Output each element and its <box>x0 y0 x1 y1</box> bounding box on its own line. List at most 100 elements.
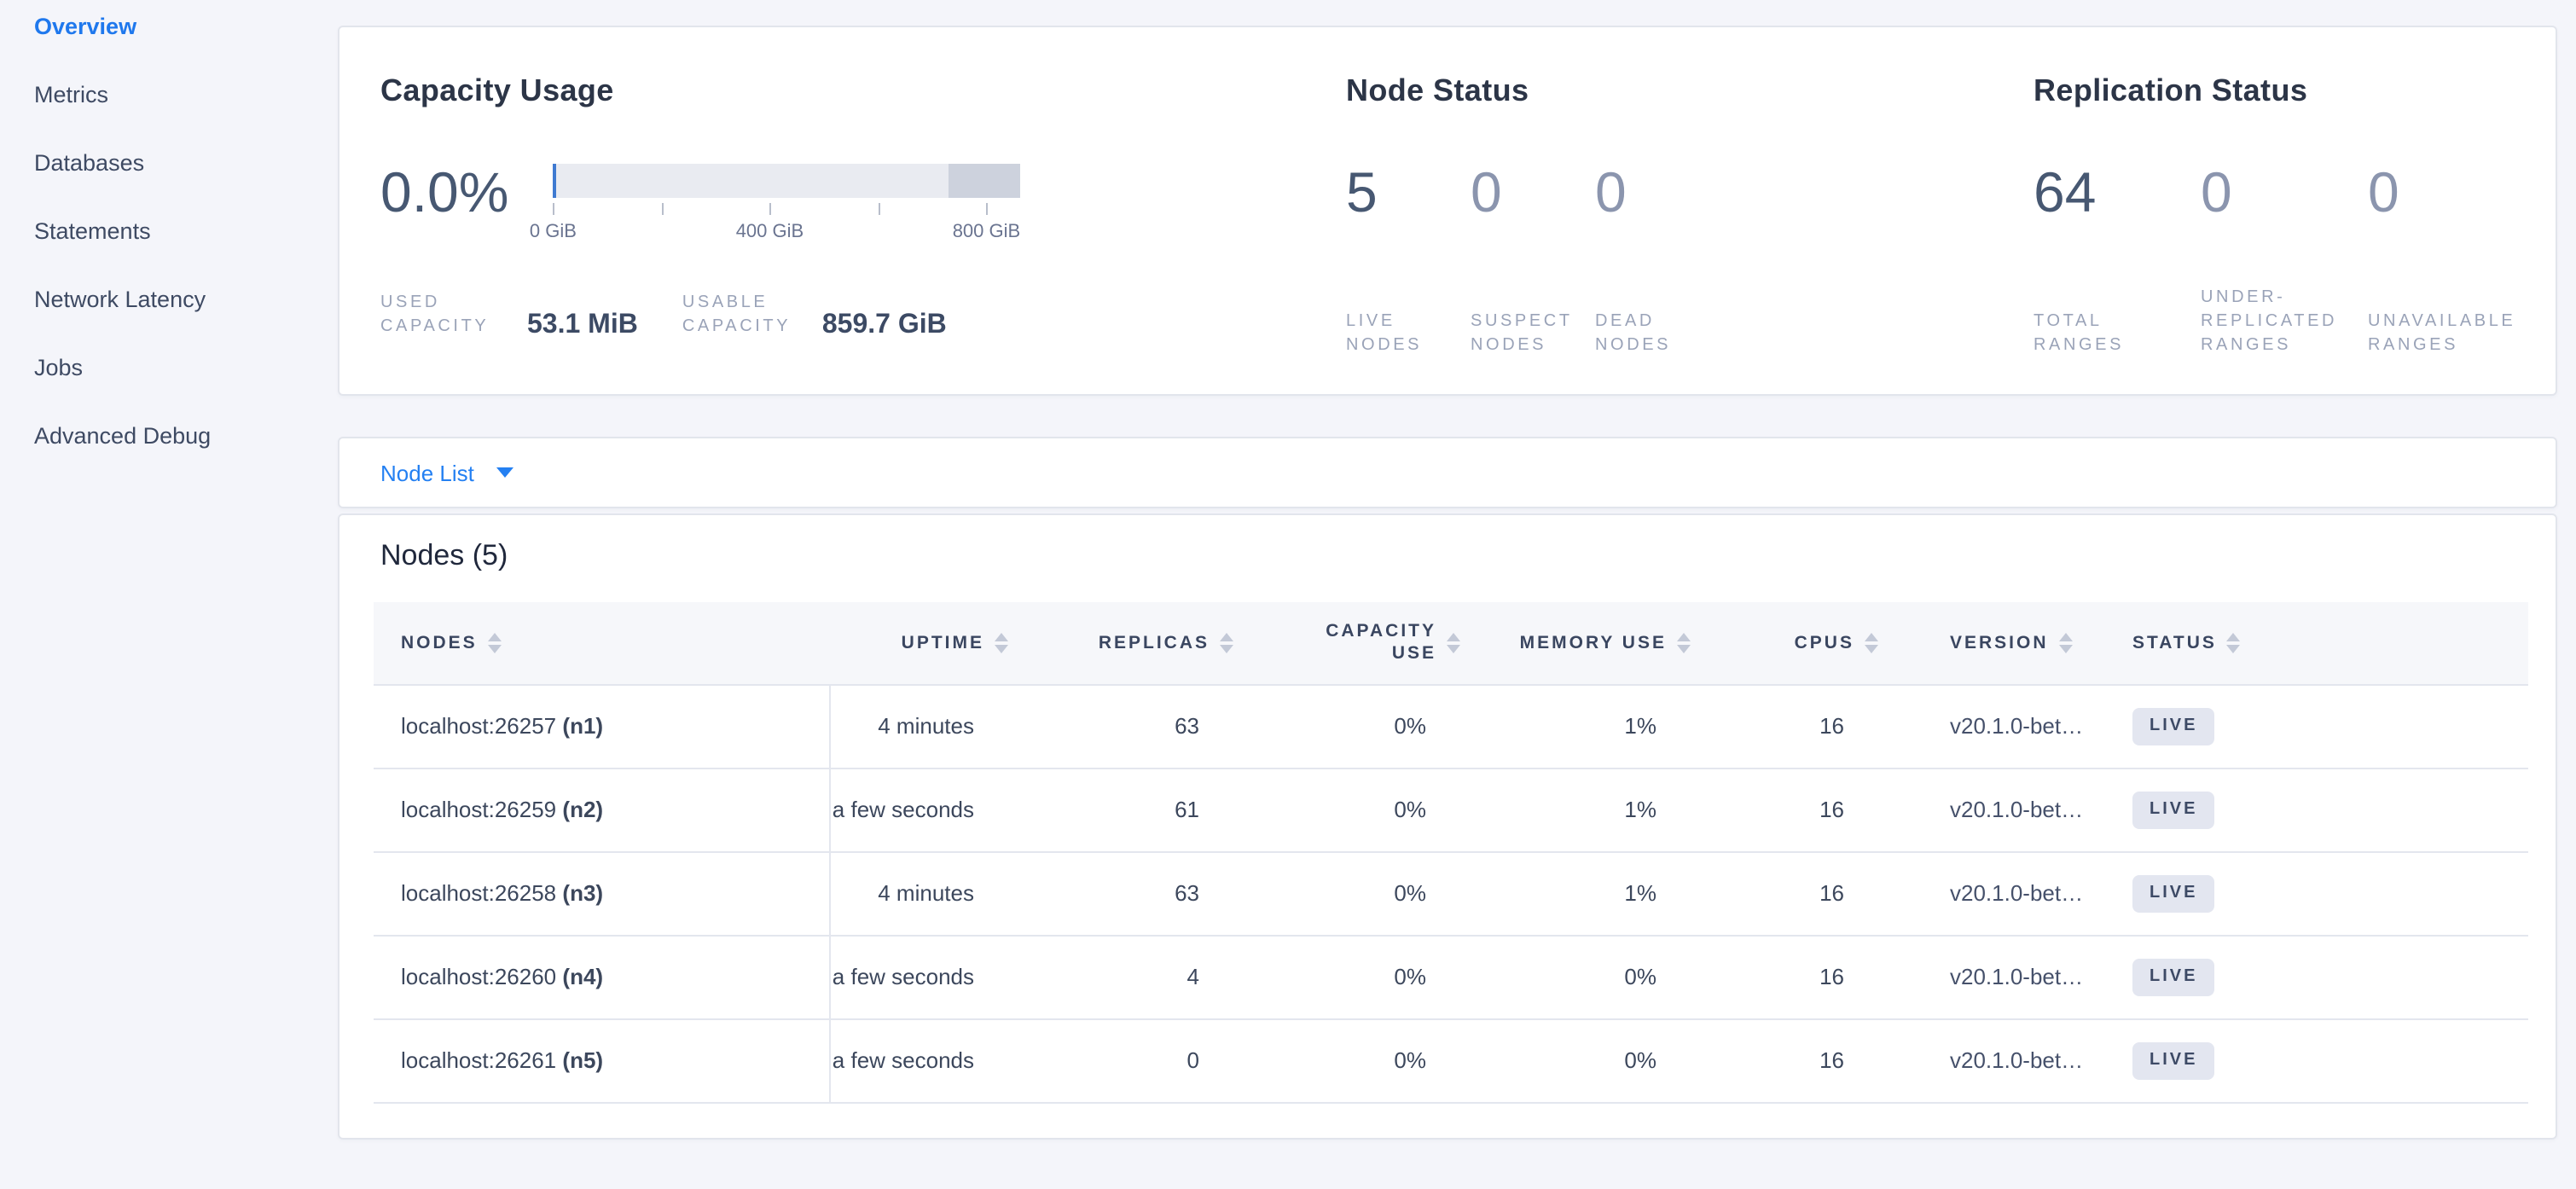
column-header-replicas[interactable]: REPLICAS <box>1008 602 1233 684</box>
node-status-section: Node Status 5 0 0 LIVE NODES SUSPECT NOD… <box>1329 72 2025 360</box>
memory-use-cell: 1% <box>1460 768 1691 851</box>
node-address-cell[interactable]: localhost:26257 (n1) <box>374 684 829 768</box>
sidebar-item-overview[interactable]: Overview <box>34 15 336 39</box>
cpus-cell: 16 <box>1691 684 1878 768</box>
nodes-table: NODES UPTIME REPLICAS CAPACIT <box>374 602 2528 1103</box>
sidebar-item-advanced-debug[interactable]: Advanced Debug <box>34 425 336 449</box>
dead-nodes-count: 0 <box>1595 154 1720 232</box>
nodes-section-title: Nodes (5) <box>380 537 2525 575</box>
replicas-cell: 4 <box>1008 935 1233 1018</box>
cpus-cell: 16 <box>1691 851 1878 935</box>
version-cell: v20.1.0-bet… <box>1878 851 2100 935</box>
version-cell: v20.1.0-bet… <box>1878 684 2100 768</box>
cluster-summary-card: Capacity Usage 0.0% <box>338 26 2557 396</box>
under-replicated-ranges-count: 0 <box>2201 154 2368 232</box>
column-header-uptime[interactable]: UPTIME <box>829 602 1008 684</box>
node-address-cell[interactable]: localhost:26261 (n5) <box>374 1018 829 1102</box>
capacity-bar <box>553 164 1020 198</box>
memory-use-cell: 1% <box>1460 851 1691 935</box>
axis-tick <box>553 203 554 215</box>
status-cell: LIVE <box>2100 768 2528 851</box>
axis-tick <box>878 203 879 215</box>
node-status-title: Node Status <box>1346 72 2025 109</box>
uptime-cell: a few seconds <box>829 1018 1008 1102</box>
sidebar-item-jobs[interactable]: Jobs <box>34 357 336 380</box>
node-row[interactable]: localhost:26261 (n5) a few seconds 0 0% … <box>374 1018 2528 1102</box>
cpus-cell: 16 <box>1691 768 1878 851</box>
sidebar-item-metrics[interactable]: Metrics <box>34 84 336 107</box>
suspect-nodes-label: SUSPECT NODES <box>1471 310 1576 358</box>
status-cell: LIVE <box>2100 684 2528 768</box>
usable-capacity-label: USABLE CAPACITY <box>682 292 798 339</box>
node-list-dropdown[interactable]: Node List <box>380 460 513 485</box>
dead-nodes-label: DEAD NODES <box>1595 310 1701 358</box>
total-ranges-count: 64 <box>2034 154 2201 232</box>
axis-tick-label: 400 GiB <box>736 222 804 242</box>
capacity-bar-reserved-segment <box>949 164 1020 198</box>
column-header-status[interactable]: STATUS <box>2100 602 2528 684</box>
column-header-nodes[interactable]: NODES <box>374 602 829 684</box>
axis-tick <box>769 203 771 215</box>
column-header-cpus[interactable]: CPUS <box>1691 602 1878 684</box>
node-list-bar: Node List <box>338 437 2557 508</box>
live-nodes-label: LIVE NODES <box>1346 310 1452 358</box>
cpus-cell: 16 <box>1691 1018 1878 1102</box>
status-badge: LIVE <box>2132 874 2214 912</box>
unavailable-ranges-count: 0 <box>2368 154 2535 232</box>
unavailable-ranges-label: UNAVAILABLE RANGES <box>2368 310 2521 358</box>
column-header-version[interactable]: VERSION <box>1878 602 2100 684</box>
node-address-cell[interactable]: localhost:26259 (n2) <box>374 768 829 851</box>
replicas-cell: 63 <box>1008 851 1233 935</box>
replicas-cell: 0 <box>1008 1018 1233 1102</box>
uptime-cell: a few seconds <box>829 935 1008 1018</box>
column-header-memory-use[interactable]: MEMORY USE <box>1460 602 1691 684</box>
capacity-use-cell: 0% <box>1233 768 1460 851</box>
node-row[interactable]: localhost:26258 (n3) 4 minutes 63 0% 1% … <box>374 851 2528 935</box>
uptime-cell: 4 minutes <box>829 684 1008 768</box>
node-row[interactable]: localhost:26260 (n4) a few seconds 4 0% … <box>374 935 2528 1018</box>
replicas-cell: 63 <box>1008 684 1233 768</box>
sort-icon <box>2227 633 2241 653</box>
used-capacity-label: USED CAPACITY <box>380 292 496 339</box>
status-cell: LIVE <box>2100 1018 2528 1102</box>
table-header-row: NODES UPTIME REPLICAS CAPACIT <box>374 602 2528 684</box>
column-header-capacity-use[interactable]: CAPACITY USE <box>1233 602 1460 684</box>
status-badge: LIVE <box>2132 1041 2214 1079</box>
total-ranges-label: TOTAL RANGES <box>2034 310 2187 358</box>
node-row[interactable]: localhost:26257 (n1) 4 minutes 63 0% 1% … <box>374 684 2528 768</box>
live-nodes-count: 5 <box>1346 154 1471 232</box>
node-row[interactable]: localhost:26259 (n2) a few seconds 61 0%… <box>374 768 2528 851</box>
sort-icon <box>1447 633 1460 653</box>
memory-use-cell: 1% <box>1460 684 1691 768</box>
version-cell: v20.1.0-bet… <box>1878 768 2100 851</box>
usable-capacity-value: 859.7 GiB <box>822 310 947 339</box>
used-capacity-value: 53.1 MiB <box>527 310 638 339</box>
status-badge: LIVE <box>2132 791 2214 828</box>
main-content: Capacity Usage 0.0% <box>338 0 2557 1139</box>
status-badge: LIVE <box>2132 958 2214 995</box>
replication-status-section: Replication Status 64 0 0 TOTAL RANGES U… <box>2025 72 2535 360</box>
sort-icon <box>1865 633 1878 653</box>
version-cell: v20.1.0-bet… <box>1878 1018 2100 1102</box>
node-address-cell[interactable]: localhost:26258 (n3) <box>374 851 829 935</box>
cluster-overview-page: Overview Metrics Databases Statements Ne… <box>0 0 2576 1189</box>
sort-icon <box>995 633 1008 653</box>
axis-tick <box>986 203 988 215</box>
sidebar-item-statements[interactable]: Statements <box>34 220 336 244</box>
suspect-nodes-count: 0 <box>1471 154 1595 232</box>
capacity-use-cell: 0% <box>1233 1018 1460 1102</box>
sort-icon <box>1220 633 1233 653</box>
sort-icon <box>2059 633 2073 653</box>
sort-icon <box>488 633 502 653</box>
replicas-cell: 61 <box>1008 768 1233 851</box>
axis-tick <box>661 203 663 215</box>
sidebar-item-network-latency[interactable]: Network Latency <box>34 288 336 312</box>
node-address-cell[interactable]: localhost:26260 (n4) <box>374 935 829 1018</box>
uptime-cell: a few seconds <box>829 768 1008 851</box>
capacity-use-cell: 0% <box>1233 851 1460 935</box>
caret-down-icon <box>496 467 513 478</box>
sidebar-item-databases[interactable]: Databases <box>34 152 336 176</box>
capacity-use-cell: 0% <box>1233 935 1460 1018</box>
under-replicated-ranges-label: UNDER-REPLICATED RANGES <box>2201 287 2354 358</box>
sidebar: Overview Metrics Databases Statements Ne… <box>0 0 336 1189</box>
